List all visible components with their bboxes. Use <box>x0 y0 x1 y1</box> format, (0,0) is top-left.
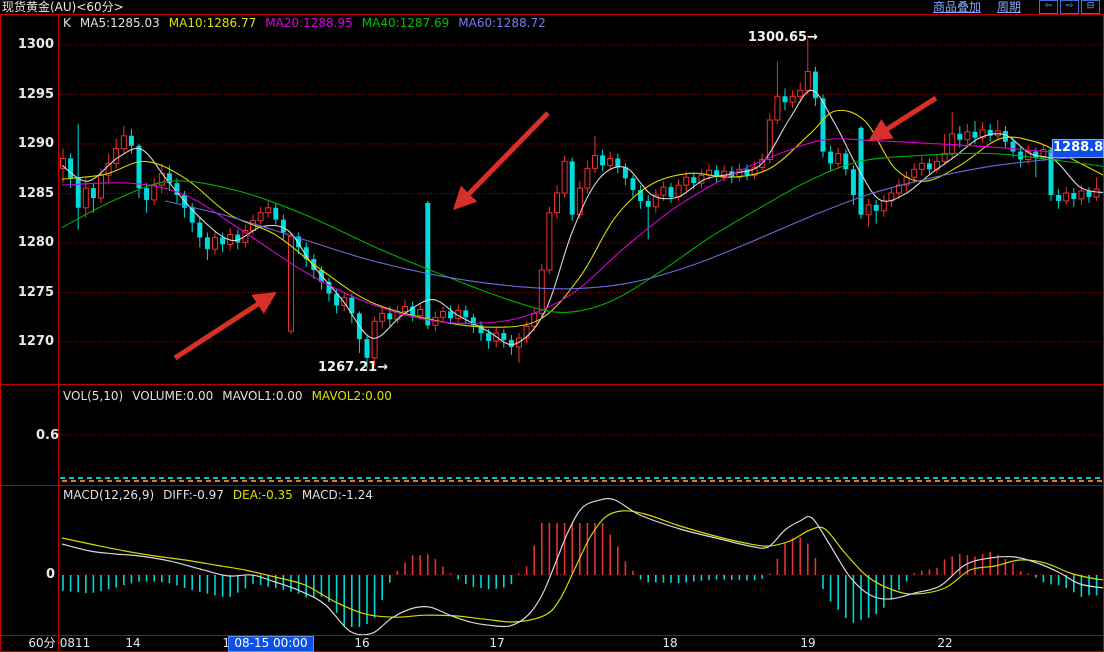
indicator-label: MA60:1288.72 <box>458 16 546 30</box>
price-axis-label: 1275 <box>0 285 54 300</box>
selected-time-tag: 08-15 00:00 <box>228 636 314 652</box>
indicator-label: MAVOL1:0.00 <box>222 389 302 403</box>
time-axis-label: 14 <box>125 636 140 651</box>
indicator-label: VOL(5,10) <box>63 389 123 403</box>
price-axis-label: 1270 <box>0 334 54 349</box>
indicator-label: MAVOL2:0.00 <box>312 389 392 403</box>
price-axis-label: 1285 <box>0 186 54 201</box>
price-axis-label: 1300 <box>0 37 54 52</box>
indicator-label: DEA:-0.35 <box>233 488 293 502</box>
volume-indicator-row: VOL(5,10) VOLUME:0.00 MAVOL1:0.00 MAVOL2:0.… <box>63 390 401 403</box>
last-price-tag: 1288.80 <box>1052 139 1104 158</box>
low-annotation: 1267.21→ <box>318 361 388 375</box>
time-axis-label: 19 <box>800 636 815 651</box>
price-axis-label: 1280 <box>0 235 54 250</box>
chart-canvas[interactable] <box>0 0 1104 652</box>
period-axis-label: 60分 <box>28 636 55 651</box>
indicator-label: MACD:-1.24 <box>302 488 373 502</box>
time-axis-label: 22 <box>937 636 952 651</box>
indicator-label: DIFF:-0.97 <box>163 488 224 502</box>
time-axis-label: 0811 <box>60 636 91 651</box>
time-axis-label: 16 <box>354 636 369 651</box>
price-axis-label: 1290 <box>0 136 54 151</box>
indicator-label: MA5:1285.03 <box>80 16 160 30</box>
price-axis-label: 1295 <box>0 87 54 102</box>
indicator-label: K <box>63 16 71 30</box>
trading-terminal-window: 现货黄金(AU)<60分> 商品叠加 周期 ⇦ ⇨ ⊟ KMA5:1285.03… <box>0 0 1104 652</box>
macd-zero-label: 0 <box>46 567 55 582</box>
indicator-label: VOLUME:0.00 <box>132 389 213 403</box>
indicator-label: MA10:1286.77 <box>169 16 257 30</box>
volume-scale-label: 0.6 <box>36 428 59 443</box>
right-arrow-glyph: → <box>807 30 818 45</box>
right-arrow-glyph: → <box>377 360 388 375</box>
time-axis-label: 17 <box>489 636 504 651</box>
high-annotation: 1300.65→ <box>740 31 818 45</box>
indicator-label: MA40:1287.69 <box>362 16 450 30</box>
kline-indicator-row: K MA5:1285.03 MA10:1286.77 MA20:1288.95 MA40… <box>63 17 555 30</box>
time-axis-label: 18 <box>662 636 677 651</box>
indicator-label: MA20:1288.95 <box>265 16 353 30</box>
macd-indicator-row: MACD(12,26,9) DIFF:-0.97 DEA:-0.35 MACD:-1.… <box>63 489 382 502</box>
indicator-label: MACD(12,26,9) <box>63 488 154 502</box>
